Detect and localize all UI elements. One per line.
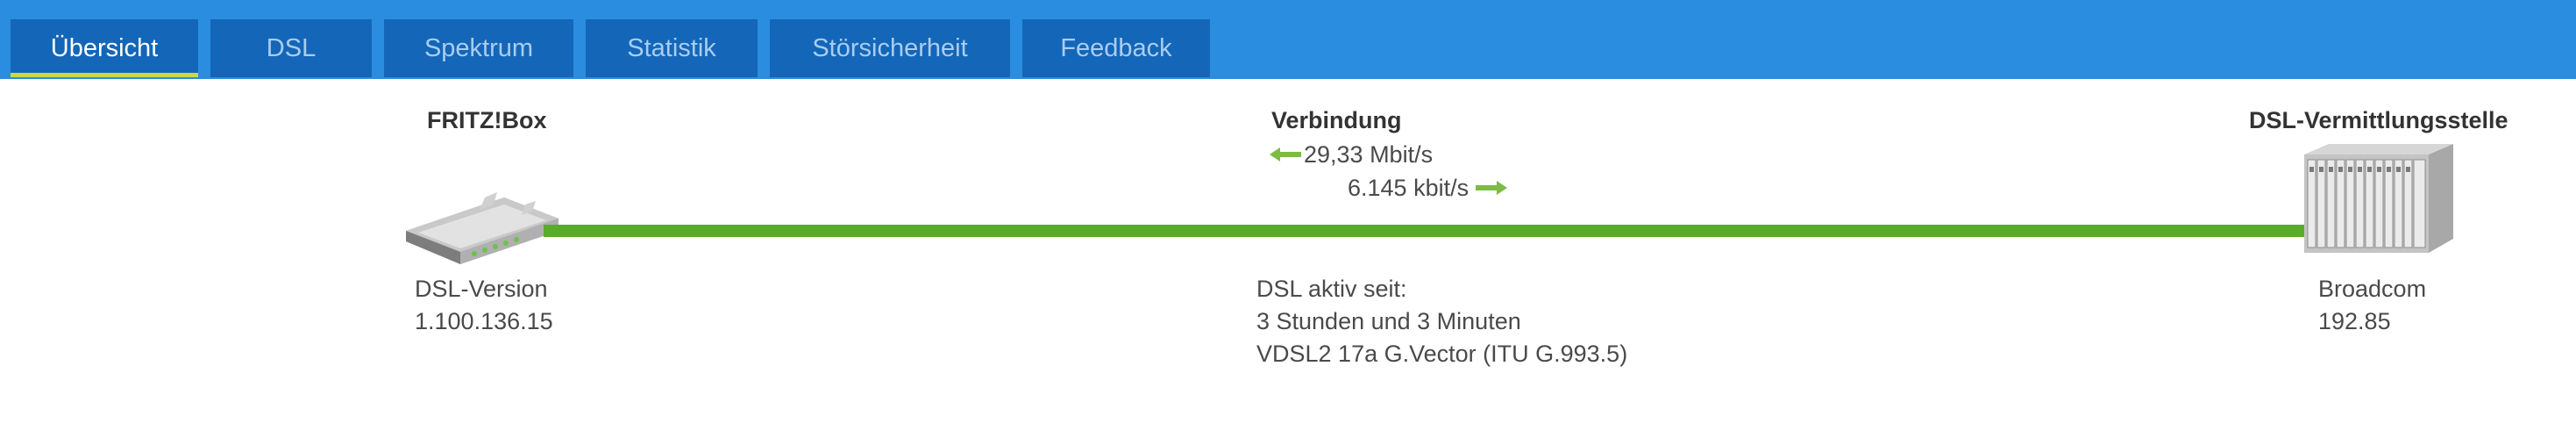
tab-spektrum[interactable]: Spektrum bbox=[384, 19, 573, 77]
exchange-vendor: Broadcom bbox=[2318, 276, 2427, 302]
downstream-rate: 29,33 Mbit/s bbox=[1304, 141, 1434, 168]
connection-line bbox=[544, 225, 2315, 237]
arrow-right-icon bbox=[1476, 181, 1507, 195]
tab-list: Übersicht DSL Spektrum Statistik Störsic… bbox=[11, 19, 1210, 77]
exchange-title: DSL-Vermittlungsstelle bbox=[2249, 107, 2508, 133]
tab-uebersicht[interactable]: Übersicht bbox=[11, 19, 198, 77]
fritzbox-title: FRITZ!Box bbox=[427, 107, 547, 133]
dsl-mode: VDSL2 17a G.Vector (ITU G.993.5) bbox=[1256, 341, 1628, 367]
connection-title: Verbindung bbox=[1271, 107, 1402, 133]
dslam-icon bbox=[2304, 144, 2453, 253]
upstream-rate: 6.145 kbit/s bbox=[1348, 175, 1469, 201]
arrow-left-icon bbox=[1270, 147, 1301, 161]
dsl-active-since-label: DSL aktiv seit: bbox=[1256, 276, 1407, 302]
dsl-active-since-value: 3 Stunden und 3 Minuten bbox=[1256, 308, 1521, 334]
tab-stoersicherheit[interactable]: Störsicherheit bbox=[770, 19, 1010, 77]
tab-feedback[interactable]: Feedback bbox=[1022, 19, 1210, 77]
dsl-version-label: DSL-Version bbox=[415, 276, 548, 302]
top-nav-bar: Übersicht DSL Spektrum Statistik Störsic… bbox=[0, 0, 2576, 79]
tab-dsl[interactable]: DSL bbox=[210, 19, 372, 77]
router-icon bbox=[406, 192, 559, 264]
dsl-version-value: 1.100.136.15 bbox=[415, 308, 553, 334]
exchange-version: 192.85 bbox=[2318, 308, 2391, 334]
tab-statistik[interactable]: Statistik bbox=[586, 19, 758, 77]
